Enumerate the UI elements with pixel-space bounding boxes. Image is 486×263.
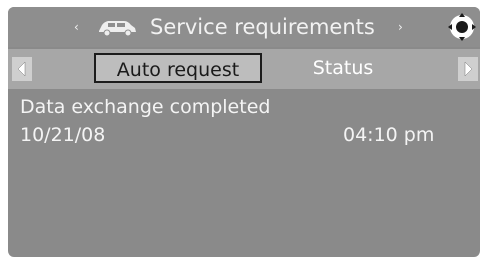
controller-icon[interactable] (446, 11, 478, 43)
idrive-screen: ‹ Service requirements › Auto request St… (8, 7, 480, 257)
tab-bar: Auto request Status (8, 49, 480, 89)
page-title: Service requirements (150, 15, 375, 39)
tab-status[interactable]: Status (298, 53, 388, 83)
status-message: Data exchange completed (20, 96, 271, 118)
tab-auto-request[interactable]: Auto request (94, 53, 262, 83)
exchange-time: 04:10 pm (343, 124, 435, 146)
car-icon (99, 21, 136, 37)
header-next-arrow[interactable]: › (398, 15, 403, 39)
scroll-left-icon[interactable] (12, 57, 32, 81)
header-bar: ‹ Service requirements › (8, 7, 480, 47)
header-prev-arrow[interactable]: ‹ (74, 15, 79, 39)
scroll-right-icon[interactable] (458, 57, 478, 81)
content-panel: Data exchange completed 10/21/08 04:10 p… (8, 91, 480, 257)
exchange-date: 10/21/08 (20, 124, 106, 146)
